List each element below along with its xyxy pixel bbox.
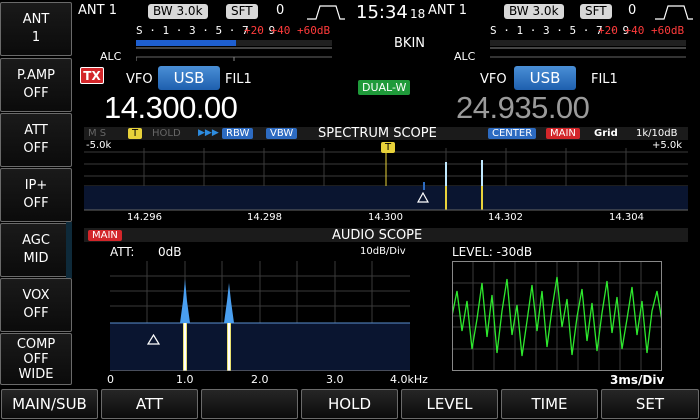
agc-indicator	[66, 222, 72, 278]
sub-fil-label: FIL1	[591, 72, 618, 87]
audio-att-label: ATT:	[110, 245, 135, 259]
spectrum-t-marker: T	[128, 128, 143, 139]
audio-x-label: 4.0kHz	[390, 373, 428, 386]
blank-button[interactable]	[201, 389, 298, 419]
level-button[interactable]: LEVEL	[401, 389, 498, 419]
ipplus-label: IP+	[24, 178, 48, 193]
spectrum-freq-label: 14.304	[609, 212, 644, 223]
audio-x-label: 2.0	[251, 373, 269, 386]
main-db-scale: +20 +40 +60dB	[244, 24, 331, 37]
audio-x-label: 0	[107, 373, 114, 386]
main-frequency[interactable]: 14.300.00	[104, 90, 238, 126]
spectrum-hold[interactable]: HOLD	[152, 128, 181, 139]
sub-db-scale: +20 +40 +60dB	[598, 24, 685, 37]
sub-bw-chip[interactable]: BW 3.0k	[504, 4, 564, 19]
sub-alc-label: ALC	[454, 50, 476, 63]
tx-indicator: TX	[80, 67, 104, 84]
main-ant: ANT 1	[78, 3, 117, 18]
att-button[interactable]: ATT	[101, 389, 198, 419]
spectrum-span-right: +5.0k	[652, 140, 683, 151]
comp-value: OFF	[23, 351, 49, 367]
audio-main-tag[interactable]: MAIN	[88, 230, 122, 241]
audio-level: LEVEL: -30dB	[452, 245, 533, 259]
audio-marker-triangle-icon	[147, 334, 160, 345]
att-side-label: ATT	[24, 123, 48, 138]
pamp-button[interactable]: P.AMP OFF	[0, 58, 72, 112]
spectrum-grid: Grid	[594, 128, 618, 139]
clock-seconds: 18	[410, 7, 426, 21]
main-alc-label: ALC	[100, 50, 122, 63]
audio-att-value: 0dB	[158, 245, 182, 259]
main-bw-chip[interactable]: BW 3.0k	[148, 4, 208, 19]
agc-label: AGC	[22, 233, 50, 248]
ant-label: ANT	[22, 12, 50, 27]
audio-fft-display[interactable]	[110, 261, 410, 371]
main-alc-meter	[136, 56, 332, 61]
time-button[interactable]: TIME	[501, 389, 598, 419]
sub-vfo-label: VFO	[480, 72, 507, 87]
sub-alc-meter	[490, 56, 686, 58]
att-side-value: OFF	[23, 141, 49, 156]
pamp-value: OFF	[23, 86, 49, 101]
clock-time: 15:34	[356, 2, 408, 23]
comp-value2: WIDE	[18, 366, 54, 382]
ant-button[interactable]: ANT 1	[0, 2, 72, 56]
spectrum-rbw[interactable]: RBW	[222, 128, 254, 139]
sub-sft-chip[interactable]: SFT	[580, 4, 612, 19]
sub-frequency[interactable]: 24.935.00	[456, 90, 590, 126]
oscilloscope-display[interactable]	[452, 261, 662, 371]
spectrum-span-left: -5.0k	[86, 140, 112, 151]
set-button[interactable]: SET	[601, 389, 699, 419]
osc-time-scale: 3ms/Div	[610, 373, 665, 387]
dual-watch-indicator: DUAL-W	[358, 80, 411, 95]
comp-label: COMP	[16, 336, 56, 352]
spectrum-marker-triangle-icon	[417, 192, 429, 203]
hold-button[interactable]: HOLD	[301, 389, 398, 419]
sub-filter-shape-icon	[655, 5, 693, 20]
main-s-meter	[136, 40, 332, 49]
sub-ant: ANT 1	[428, 3, 467, 18]
sub-s-meter	[490, 40, 686, 49]
ant-value: 1	[31, 30, 41, 45]
sub-sft-value: 0	[628, 3, 637, 18]
spectrum-center[interactable]: CENTER	[488, 128, 537, 139]
spectrum-main[interactable]: MAIN	[546, 128, 580, 139]
agc-button[interactable]: AGC MID	[0, 223, 72, 277]
pamp-label: P.AMP	[17, 68, 55, 83]
spectrum-freq-label: 14.298	[247, 212, 282, 223]
spectrum-scale: 1k/10dB	[636, 128, 678, 139]
spectrum-title: SPECTRUM SCOPE	[318, 126, 437, 141]
spectrum-freq-label: 14.302	[488, 212, 523, 223]
spectrum-ms-tags: M S	[88, 128, 107, 139]
main-sub-button[interactable]: MAIN/SUB	[1, 389, 98, 419]
audio-x-label: 3.0	[326, 373, 344, 386]
audio-fft-scale: 10dB/Div	[360, 246, 406, 257]
spectrum-freq-label: 14.296	[127, 212, 162, 223]
ipplus-button[interactable]: IP+ OFF	[0, 168, 72, 222]
spectrum-t-marker-pin: T	[381, 142, 396, 153]
spectrum-vbw[interactable]: VBW	[266, 128, 298, 139]
spectrum-freq-label: 14.300	[368, 212, 403, 223]
sub-mode-button[interactable]: USB	[514, 66, 576, 90]
vox-button[interactable]: VOX OFF	[0, 278, 72, 332]
vox-value: OFF	[23, 306, 49, 321]
main-sft-value: 0	[276, 3, 285, 18]
vox-label: VOX	[22, 288, 50, 303]
audio-title: AUDIO SCOPE	[332, 228, 423, 243]
main-sft-chip[interactable]: SFT	[226, 4, 258, 19]
main-filter-shape-icon	[307, 5, 345, 20]
audio-x-label: 1.0	[176, 373, 194, 386]
att-side-button[interactable]: ATT OFF	[0, 113, 72, 167]
bkin-indicator: BKIN	[394, 36, 426, 51]
main-vfo-label: VFO	[126, 72, 153, 87]
spectrum-arrows-icon: ▶▶▶	[198, 128, 219, 138]
main-fil-label: FIL1	[225, 72, 252, 87]
comp-button[interactable]: COMP OFF WIDE	[0, 333, 72, 385]
agc-value: MID	[23, 251, 49, 266]
ipplus-value: OFF	[23, 196, 49, 211]
main-mode-button[interactable]: USB	[158, 66, 220, 90]
